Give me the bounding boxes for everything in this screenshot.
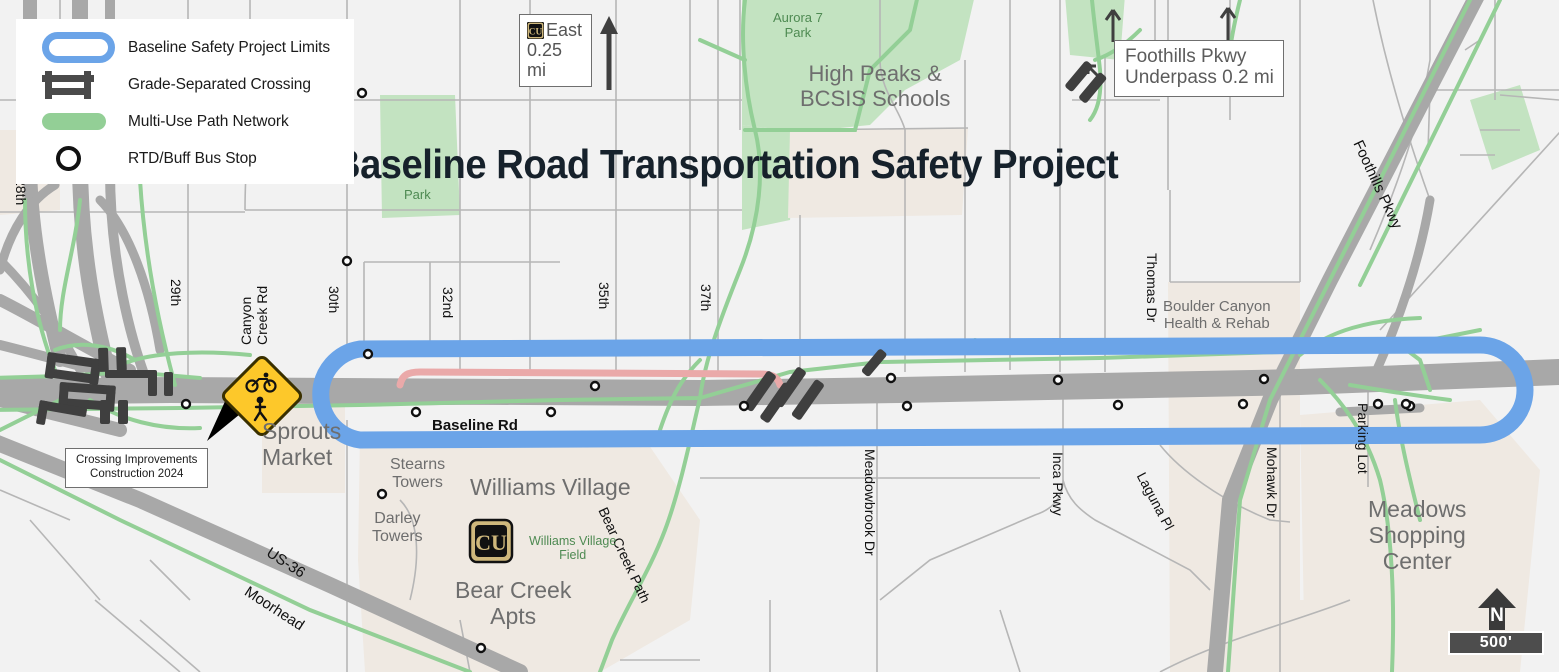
street-label-canyon-creek-rd-text: Canyon Creek Rd	[238, 285, 270, 345]
place-label-high-peaks-bcsis: High Peaks & BCSIS Schools	[800, 61, 951, 111]
place-label-darley-towers: Darley Towers	[372, 510, 423, 545]
scale-bar: 500'	[1448, 631, 1544, 655]
street-label-baseline-rd: Baseline Rd	[432, 417, 518, 434]
legend-item-project-limits: Baseline Safety Project Limits	[16, 29, 354, 66]
place-label-meadows-shopping: Meadows Shopping Center	[1368, 496, 1467, 574]
street-label-parking-lot: Parking Lot	[1355, 403, 1371, 474]
callout-east-distance: CU East 0.25 mi	[519, 14, 592, 88]
callout-crossing-improvements: Crossing Improvements Construction 2024	[65, 448, 209, 488]
legend-item-multi-use-path: Multi-Use Path Network	[16, 103, 354, 140]
place-label-sprouts-market: Sprouts Market	[262, 418, 342, 470]
street-label-29th: 29th	[168, 279, 184, 307]
park-label-aurora-7-park: Aurora 7 Park	[773, 10, 823, 40]
callout-east-line1: East	[546, 20, 583, 40]
street-label-30th: 30th	[326, 286, 342, 314]
map-title: Baseline Road Transportation Safety Proj…	[333, 141, 1119, 187]
svg-text:CU: CU	[529, 28, 543, 38]
multi-use-path-swatch	[42, 113, 128, 130]
legend-label-multi-use-path: Multi-Use Path Network	[128, 112, 289, 130]
legend-label-project-limits: Baseline Safety Project Limits	[128, 38, 331, 56]
grade-separated-crossing-swatch	[42, 70, 128, 99]
legend-label-grade-crossing: Grade-Separated Crossing	[128, 75, 311, 93]
street-label-32nd: 32nd	[440, 287, 456, 319]
street-label-canyon-creek-rd: Canyon Creek Rd	[238, 285, 270, 345]
callout-foothills-line1: Foothills Pkwy	[1125, 46, 1247, 67]
bus-stop-swatch	[42, 146, 128, 171]
legend-label-bus-stop: RTD/Buff Bus Stop	[128, 149, 257, 167]
street-label-meadowbrook-dr: Meadowbrook Dr	[862, 449, 878, 556]
street-label-35th: 35th	[596, 282, 612, 310]
legend-item-bus-stop: RTD/Buff Bus Stop	[16, 140, 354, 177]
place-label-stearns-towers: Stearns Towers	[390, 456, 446, 491]
legend-item-grade-crossing: Grade-Separated Crossing	[16, 66, 354, 103]
north-direction-arrow-icon	[600, 16, 618, 90]
callout-foothills-line2: Underpass 0.2 mi	[1125, 67, 1274, 89]
cu-logo-icon: CU	[527, 22, 544, 39]
project-limits-swatch	[42, 32, 128, 63]
street-label-mohawk-dr: Mohawk Dr	[1264, 447, 1280, 518]
place-label-williams-village: Williams Village	[470, 474, 631, 500]
cu-logo-icon: CU	[468, 518, 514, 564]
place-label-boulder-canyon-health: Boulder Canyon Health & Rehab	[1163, 298, 1271, 332]
svg-text:CU: CU	[475, 530, 507, 555]
callout-crossing-line2: Construction 2024	[90, 468, 184, 481]
map-legend: Baseline Safety Project Limits Grade-Sep…	[16, 19, 354, 184]
street-label-thomas-dr: Thomas Dr	[1144, 253, 1160, 323]
callout-crossing-line1: Crossing Improvements	[76, 454, 198, 466]
svg-text:N: N	[1490, 605, 1504, 626]
callout-foothills-underpass: Foothills Pkwy Underpass 0.2 mi	[1114, 40, 1284, 97]
street-label-inca-pkwy: Inca Pkwy	[1050, 452, 1066, 516]
north-arrow-icon: N	[1478, 588, 1516, 630]
park-label-williams-village-field: Williams Village Field	[529, 534, 617, 562]
callout-east-line2: 0.25 mi	[527, 40, 563, 81]
park-label-park: Park	[404, 187, 431, 202]
place-label-bear-creek-apts: Bear Creek Apts	[455, 577, 572, 629]
street-label-37th: 37th	[698, 284, 714, 312]
map-container: CU Baseline Safety Project Limits Grade-…	[0, 0, 1559, 672]
